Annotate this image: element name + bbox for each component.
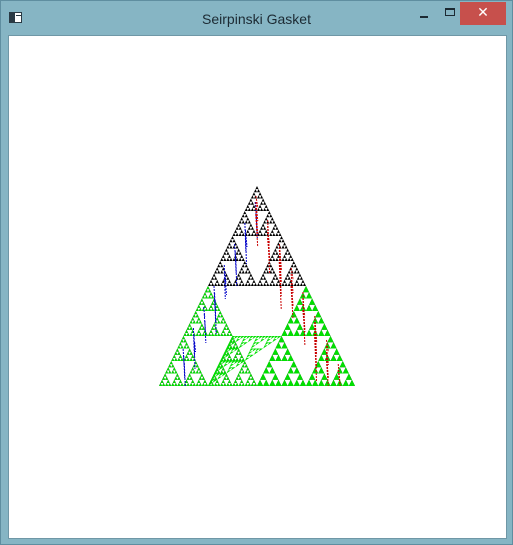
minimize-icon [420,16,428,18]
sierpinski-gasket [159,186,355,387]
title-bar[interactable]: Seirpinski Gasket ✕ [1,1,512,34]
minimize-button[interactable] [411,2,437,25]
gasket-black-triangles [159,186,355,386]
close-button[interactable]: ✕ [460,2,506,25]
drawing-canvas[interactable] [8,35,507,539]
gasket-green-triangles [159,286,355,386]
application-icon[interactable] [9,12,22,23]
maximize-icon [445,8,455,16]
close-icon: ✕ [477,5,489,21]
app-window: Seirpinski Gasket ✕ [0,0,513,545]
